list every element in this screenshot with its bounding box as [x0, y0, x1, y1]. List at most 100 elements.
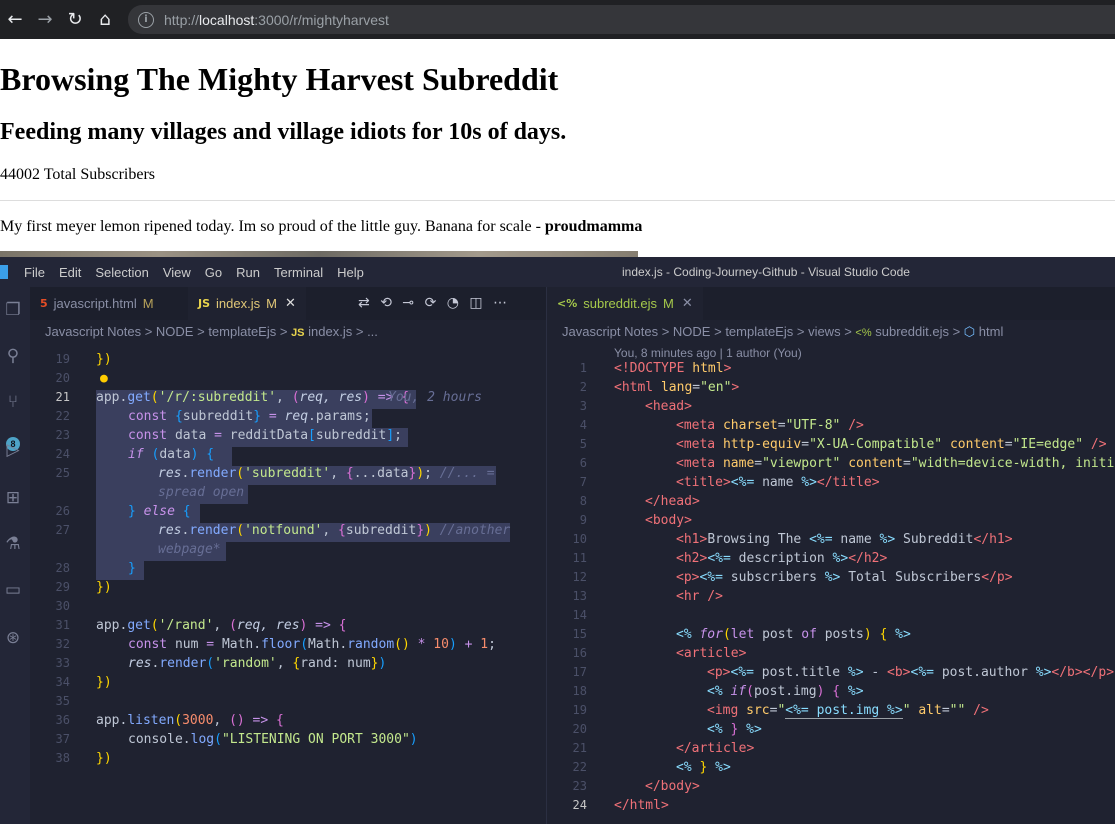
line-number: 28: [55, 561, 70, 575]
activity-bar: ❐ ⚲ ⑂ 8 ▷ ⊞ ⚗ ▭ ⊛: [0, 287, 30, 824]
post-title: My first meyer lemon ripened today. Im s…: [0, 218, 532, 235]
line-number: 20: [572, 722, 587, 736]
title-bar: File Edit Selection View Go Run Terminal…: [0, 257, 1115, 287]
go-back-icon[interactable]: ⟲: [380, 295, 392, 311]
url-text[interactable]: http://localhost:3000/r/mightyharvest: [164, 12, 389, 28]
more-actions-icon[interactable]: ⋯: [493, 295, 507, 311]
line-number: 1: [579, 361, 587, 375]
line-number: 33: [55, 656, 70, 670]
line-number: 20: [55, 371, 70, 385]
menu-go[interactable]: Go: [205, 265, 222, 280]
crumb-templateejs[interactable]: templateEjs: [208, 324, 276, 339]
line-number: 5: [579, 437, 587, 451]
page-title: Browsing The Mighty Harvest Subreddit: [0, 61, 559, 97]
search-icon[interactable]: ⚲: [2, 345, 24, 367]
line-number: 35: [55, 694, 70, 708]
divider: [0, 200, 1115, 201]
menu-terminal[interactable]: Terminal: [274, 265, 323, 280]
menu-view[interactable]: View: [163, 265, 191, 280]
forward-icon[interactable]: →: [30, 5, 60, 35]
source-control-icon[interactable]: ⑂: [2, 391, 24, 413]
line-number: 25: [55, 466, 70, 480]
line-number: 30: [55, 599, 70, 613]
ejs-file-icon: <%: [855, 327, 872, 339]
line-number: 11: [572, 551, 587, 565]
crumb-node[interactable]: NODE: [156, 324, 194, 339]
testing-icon[interactable]: ⚗: [2, 533, 24, 555]
line-number: 7: [579, 475, 587, 489]
codelens-blame[interactable]: You, 8 minutes ago | 1 author (You): [614, 346, 802, 360]
ejs-file-icon: <%: [557, 297, 578, 310]
line-number: 24: [572, 798, 587, 812]
line-number: 38: [55, 751, 70, 765]
line-number: 37: [55, 732, 70, 746]
menu-file[interactable]: File: [24, 265, 45, 280]
go-forward-icon[interactable]: ⟳: [425, 295, 437, 311]
line-number: 2: [579, 380, 587, 394]
reload-icon[interactable]: ↻: [60, 5, 90, 35]
line-number: 19: [572, 703, 587, 717]
line-number: 16: [572, 646, 587, 660]
line-number: 21: [55, 390, 70, 404]
menu-help[interactable]: Help: [337, 265, 364, 280]
crumb-html[interactable]: html: [979, 324, 1004, 339]
line-number: 24: [55, 447, 70, 461]
crumb-subreddit-ejs[interactable]: subreddit.ejs: [875, 324, 949, 339]
line-number: 15: [572, 627, 587, 641]
line-number: 32: [55, 637, 70, 651]
line-number: 10: [572, 532, 587, 546]
window-title: index.js - Coding-Journey-Github - Visua…: [622, 265, 910, 279]
split-editor-icon[interactable]: ◫: [469, 295, 482, 311]
back-icon[interactable]: ←: [0, 5, 30, 35]
post-author: proudmamma: [544, 218, 643, 235]
line-number: 27: [55, 523, 70, 537]
subscriber-count: 44002 Total Subscribers: [0, 166, 156, 183]
tab-index-js[interactable]: JS index.js M ✕: [188, 287, 306, 320]
crumb-node[interactable]: NODE: [673, 324, 711, 339]
info-icon[interactable]: i: [138, 11, 154, 28]
close-tab-icon[interactable]: ✕: [285, 296, 296, 311]
crumb-index-js[interactable]: index.js: [308, 324, 352, 339]
run-debug-icon[interactable]: ▷: [2, 439, 24, 461]
home-icon[interactable]: ⌂: [90, 5, 120, 35]
lightbulb-icon[interactable]: ●: [100, 371, 108, 386]
crumb-more[interactable]: ...: [367, 324, 378, 339]
right-editor[interactable]: 1 2 3 4 5 6 7 8 9 10 11 12 13 14 15 16 1…: [547, 361, 1115, 824]
crumb-javascript-notes[interactable]: Javascript Notes: [45, 324, 141, 339]
menu-edit[interactable]: Edit: [59, 265, 81, 280]
editor-actions: ⇄ ⟲ ⊸ ⟳ ◔ ◫ ⋯: [358, 295, 507, 311]
explorer-icon[interactable]: ❐: [2, 299, 24, 321]
line-number: 18: [572, 684, 587, 698]
extensions-icon[interactable]: ⊞: [2, 487, 24, 509]
line-number: 3: [579, 399, 587, 413]
git-graph-icon[interactable]: ⊛: [2, 627, 24, 649]
crumb-javascript-notes[interactable]: Javascript Notes: [562, 324, 658, 339]
line-number: 19: [55, 352, 70, 366]
timeline-icon[interactable]: ◔: [447, 295, 459, 311]
compare-icon[interactable]: ⇄: [358, 295, 370, 311]
line-number: 17: [572, 665, 587, 679]
remote-explorer-icon[interactable]: ▭: [2, 579, 24, 601]
left-editor[interactable]: 19 20 21 22 23 24 25 26 27 28 29 30 31 3…: [30, 352, 546, 824]
commit-icon[interactable]: ⊸: [402, 295, 414, 311]
close-tab-icon[interactable]: ✕: [682, 296, 693, 311]
vscode-window: File Edit Selection View Go Run Terminal…: [0, 257, 1115, 824]
line-number: 31: [55, 618, 70, 632]
browser-toolbar: ← → ↻ ⌂ i http://localhost:3000/r/mighty…: [0, 0, 1115, 39]
line-number: 23: [572, 779, 587, 793]
page-description: Feeding many villages and village idiots…: [0, 119, 567, 145]
crumb-templateejs[interactable]: templateEjs: [725, 324, 793, 339]
tab-subreddit-ejs[interactable]: <% subreddit.ejs M ✕: [547, 287, 703, 320]
crumb-views[interactable]: views: [808, 324, 841, 339]
line-number: 34: [55, 675, 70, 689]
tab-javascript-html[interactable]: 5 javascript.html M: [40, 287, 154, 320]
line-number: 22: [572, 760, 587, 774]
line-number: 13: [572, 589, 587, 603]
line-number: 8: [579, 494, 587, 508]
page-content: Browsing The Mighty Harvest Subreddit Fe…: [0, 39, 1115, 257]
line-number: 4: [579, 418, 587, 432]
address-bar[interactable]: i http://localhost:3000/r/mightyharvest: [128, 5, 1115, 34]
html5-icon: 5: [40, 297, 48, 310]
menu-selection[interactable]: Selection: [95, 265, 148, 280]
menu-run[interactable]: Run: [236, 265, 260, 280]
